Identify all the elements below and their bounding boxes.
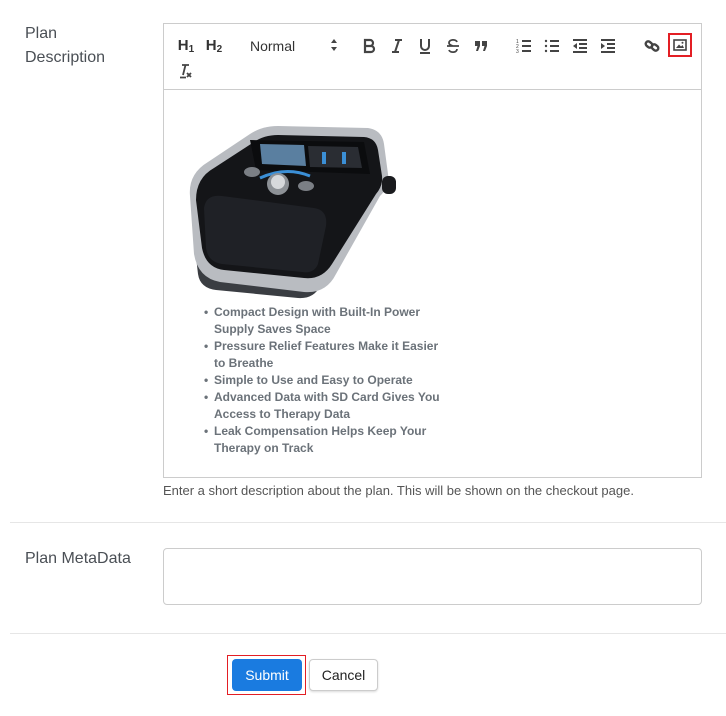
plan-metadata-input[interactable] (163, 548, 702, 605)
format-select-value: Normal (250, 38, 296, 54)
bullet-list-icon (544, 38, 560, 54)
feature-item: Simple to Use and Easy to Operate (204, 372, 444, 389)
product-image (186, 104, 406, 300)
ordered-list-icon: 123 (516, 38, 532, 54)
header-1-button[interactable]: H1 (176, 34, 196, 58)
image-button[interactable] (668, 33, 692, 57)
cancel-button[interactable]: Cancel (309, 659, 378, 691)
svg-text:3: 3 (516, 49, 519, 54)
indent-button[interactable] (598, 34, 618, 58)
ordered-list-button[interactable]: 123 (514, 34, 534, 58)
underline-icon (418, 38, 432, 54)
plan-metadata-label: Plan MetaData (25, 550, 131, 567)
indent-icon (600, 38, 616, 54)
header-1-icon: H1 (177, 37, 195, 55)
feature-item: Leak Compensation Helps Keep Your Therap… (204, 423, 444, 457)
feature-item: Compact Design with Built-In Power Suppl… (204, 304, 444, 338)
format-select[interactable]: Normal (250, 34, 340, 58)
link-button[interactable] (642, 34, 662, 58)
section-divider (10, 522, 726, 523)
italic-button[interactable] (388, 34, 406, 58)
clear-formatting-button[interactable] (176, 59, 194, 83)
submit-button[interactable]: Submit (232, 659, 302, 691)
image-icon (673, 39, 687, 51)
editor-toolbar: H1 H2 Normal 123 (163, 23, 702, 90)
link-icon (644, 38, 660, 54)
italic-icon (390, 38, 404, 54)
clear-formatting-icon (177, 63, 193, 79)
feature-list: Compact Design with Built-In Power Suppl… (204, 304, 444, 457)
strikethrough-icon (446, 38, 460, 54)
feature-item: Advanced Data with SD Card Gives You Acc… (204, 389, 444, 423)
bold-button[interactable] (360, 34, 378, 58)
bullet-list-button[interactable] (542, 34, 562, 58)
description-help-text: Enter a short description about the plan… (163, 483, 634, 498)
feature-item: Pressure Relief Features Make it Easier … (204, 338, 444, 372)
bold-icon (362, 38, 376, 54)
underline-button[interactable] (416, 34, 434, 58)
outdent-button[interactable] (570, 34, 590, 58)
description-editor[interactable]: Compact Design with Built-In Power Suppl… (163, 90, 702, 478)
blockquote-button[interactable] (472, 34, 490, 58)
header-2-icon: H2 (205, 37, 223, 55)
header-2-button[interactable]: H2 (204, 34, 224, 58)
strikethrough-button[interactable] (444, 34, 462, 58)
select-arrows-icon (330, 38, 338, 52)
outdent-icon (572, 38, 588, 54)
section-divider (10, 633, 726, 634)
blockquote-icon (473, 38, 489, 54)
plan-description-label: Plan Description (25, 25, 106, 66)
